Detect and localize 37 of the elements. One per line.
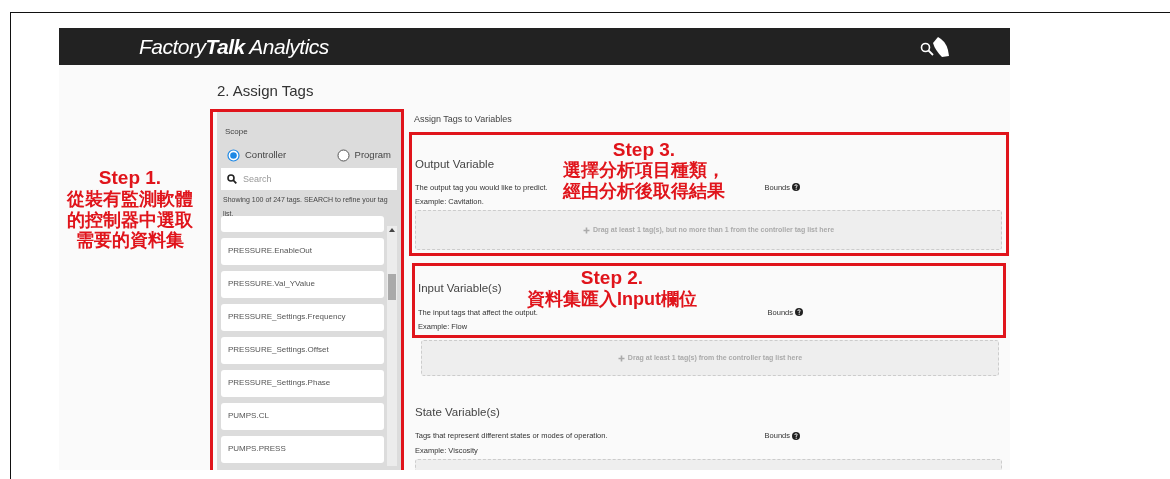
variable-title: Input Variable(s) — [418, 281, 502, 297]
annotation-text: 從裝有監測軟體 — [65, 188, 194, 210]
help-icon[interactable] — [792, 431, 800, 440]
scrollbar[interactable] — [387, 225, 397, 466]
variable-title: Output Variable — [415, 156, 495, 172]
scope-label: Scope — [225, 126, 249, 138]
radio-icon[interactable] — [227, 148, 240, 162]
scroll-up-arrow-icon[interactable] — [389, 227, 396, 232]
plus-icon — [582, 226, 590, 234]
annotation-title: Step 1. — [97, 167, 163, 189]
annotation-title: Step 2. — [579, 267, 645, 290]
tag-item[interactable]: PUMPS.PRESS — [221, 435, 385, 463]
annotation-text: 需要的資料集 — [75, 230, 185, 251]
magnifier-icon[interactable] — [920, 41, 934, 56]
annotation-title: Step 3. — [611, 138, 677, 161]
scrollbar-thumb[interactable] — [388, 273, 397, 300]
tag-item[interactable]: PRESSURE.EnableOut — [221, 237, 385, 265]
variable-title: State Variable(s) — [415, 405, 500, 420]
radio-icon[interactable] — [336, 148, 350, 162]
search-field[interactable]: Search — [221, 168, 397, 191]
annotation-text: 選擇分析項目種類， — [563, 160, 725, 182]
plus-icon — [617, 354, 625, 362]
annotation-text: 經由分析後取得結果 — [563, 181, 725, 202]
annotation-text: 資料集匯入Input欄位 — [527, 289, 697, 310]
page-title: 2. Assign Tags — [216, 81, 315, 101]
scope-radio[interactable]: Controller — [227, 148, 287, 163]
tag-item[interactable]: PRESSURE_Settings.Offset — [221, 336, 385, 364]
help-icon[interactable] — [795, 308, 803, 317]
annotation-text: 的控制器中選取 — [66, 209, 194, 231]
section-heading: Assign Tags to Variables — [414, 113, 513, 126]
scope-radio[interactable]: Program — [336, 148, 391, 163]
tag-item[interactable]: PRESSURE_Settings.Frequency — [221, 303, 385, 331]
help-icon[interactable] — [792, 183, 800, 192]
tag-item[interactable]: PUMPS.CL — [221, 402, 385, 430]
tag-item[interactable]: PRESSURE_Settings.Phase — [221, 369, 385, 397]
tag-item[interactable]: PRESSURE.Val_YValue — [221, 270, 385, 298]
search-icon — [227, 174, 237, 185]
